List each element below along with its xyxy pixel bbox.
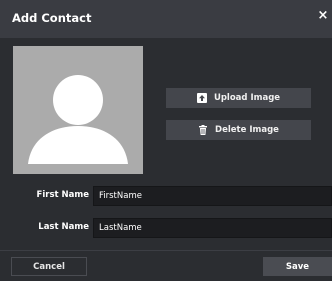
avatar-placeholder: [13, 46, 143, 174]
cancel-button[interactable]: Cancel: [11, 257, 87, 276]
last-name-field[interactable]: [93, 218, 332, 238]
delete-image-label: Delete Image: [215, 125, 279, 135]
footer-divider: [0, 250, 332, 251]
first-name-field[interactable]: [93, 186, 332, 206]
upload-image-label: Upload Image: [213, 93, 281, 103]
dialog-titlebar: Add Contact ×: [0, 0, 332, 38]
upload-icon: [196, 93, 207, 103]
add-contact-dialog: Add Contact × Upload Image Delete Image …: [0, 0, 332, 281]
user-silhouette-icon: [28, 75, 128, 164]
trash-icon: [198, 125, 208, 135]
delete-image-button[interactable]: Delete Image: [166, 120, 311, 140]
first-name-row: First Name: [0, 186, 332, 206]
dialog-title: Add Contact: [12, 11, 92, 25]
last-name-row: Last Name: [0, 218, 332, 238]
close-icon[interactable]: ×: [317, 9, 329, 23]
upload-image-button[interactable]: Upload Image: [166, 88, 311, 108]
last-name-label: Last Name: [38, 222, 89, 232]
save-button[interactable]: Save: [263, 257, 332, 276]
first-name-label: First Name: [36, 190, 89, 200]
